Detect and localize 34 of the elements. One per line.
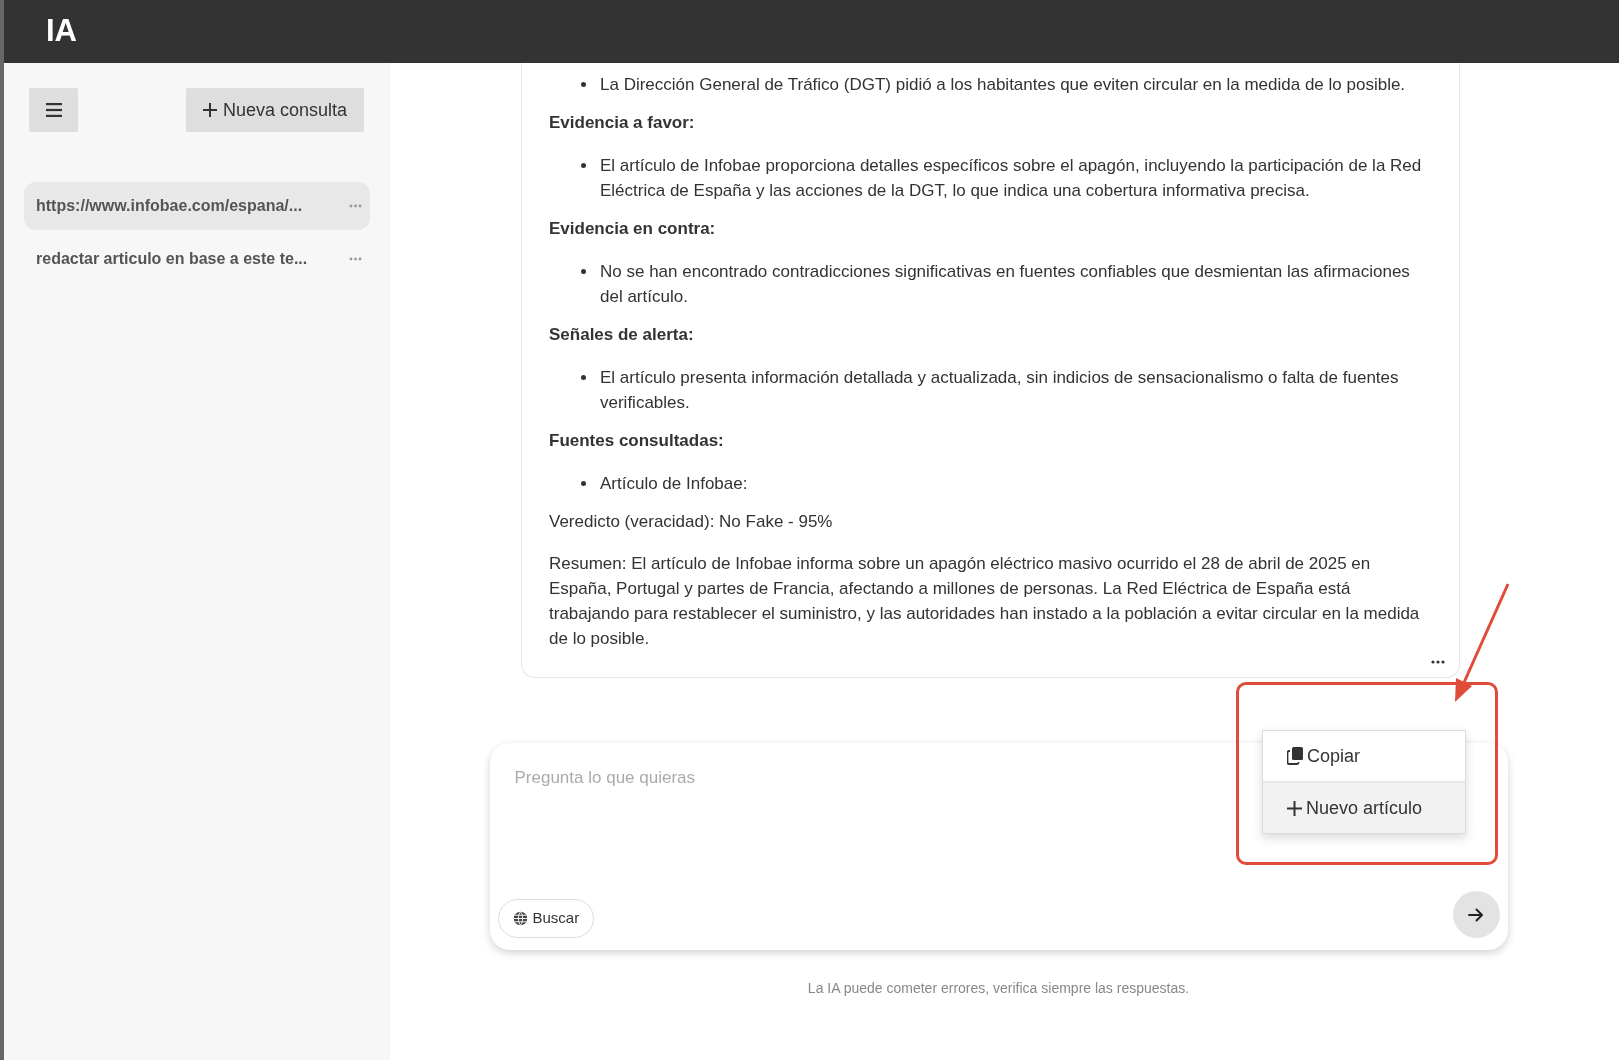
list-item-text: No se han encontrado contradicciones significativas en fuentes confiables que desmientan las afirmaciones del artículo. <box>600 261 1411 308</box>
conversation-item[interactable]: redactar articulo en base a este te... <box>24 235 370 283</box>
section-heading: Señales de alerta: <box>549 324 695 346</box>
bullet-icon <box>581 82 586 87</box>
section-heading: Fuentes consultadas: <box>549 430 725 452</box>
app-title: IA <box>46 12 77 51</box>
section-heading: Evidencia en contra: <box>549 218 717 240</box>
new-query-button[interactable]: Nueva consulta <box>185 88 364 132</box>
more-icon[interactable] <box>1431 660 1445 664</box>
paragraph: Veredicto (veracidad): No Fake - 95% <box>549 511 834 533</box>
copy-icon <box>1287 747 1303 765</box>
list-item-text: Artículo de Infobae: <box>600 473 748 495</box>
list-item-text: La Dirección General de Tráfico (DGT) pidió a los habitantes que eviten circular en la medida de lo posible. <box>600 74 1406 96</box>
disclaimer: La IA puede cometer errores, verifica siempre las respuestas. <box>807 979 1190 998</box>
menu-item[interactable]: Copiar <box>1263 731 1465 781</box>
plus-icon <box>1287 800 1302 816</box>
section-heading: Evidencia a favor: <box>549 112 696 134</box>
globe-icon <box>512 911 528 926</box>
arrow-right-icon <box>1468 907 1484 922</box>
paragraph: Resumen: El artículo de Infobae informa sobre un apagón eléctrico masivo ocurrido el 28 de abril de 2025 en España, Portugal y partes de Francia, afectando a millones de personas. La Red Eléctrica de España está trabajando para restablecer el suministro, y las autoridades han instado a la población a evitar circular en la medida de lo posible. <box>549 553 1421 650</box>
menu-icon <box>45 103 62 117</box>
bullet-icon <box>581 481 586 486</box>
bullet-icon <box>581 375 586 380</box>
send-button[interactable] <box>1452 891 1500 938</box>
menu-item[interactable]: Nuevo artículo <box>1263 781 1465 833</box>
conversation-item[interactable]: https://www.infobae.com/espana/... <box>24 182 370 230</box>
conversation-title: redactar articulo en base a este te... <box>36 249 308 269</box>
conversation-title: https://www.infobae.com/espana/... <box>36 196 303 216</box>
bullet-icon <box>581 269 586 274</box>
bullet-icon <box>581 163 586 168</box>
list-item-text: El artículo presenta información detallada y actualizada, sin indicios de sensacionalismo o falta de fuentes verificables. <box>600 367 1400 414</box>
menu-button[interactable] <box>29 88 78 132</box>
plus-icon <box>202 103 217 117</box>
list-item-text: El artículo de Infobae proporciona detalles específicos sobre el apagón, incluyendo la participación de la Red Eléctrica de España y las acciones de la DGT, lo que indica una cobertura informativa precisa. <box>600 155 1423 202</box>
